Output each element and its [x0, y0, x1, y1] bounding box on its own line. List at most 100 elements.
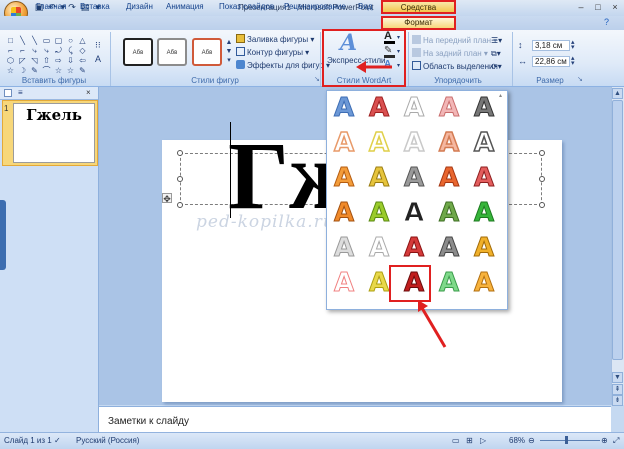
shape-icon[interactable]: ⤾ [54, 46, 63, 55]
wordart-style-option[interactable]: A [329, 93, 359, 124]
shape-icon[interactable]: ⤷ [42, 46, 51, 55]
bring-forward-button[interactable]: На передний план ▾ [412, 35, 497, 46]
width-spinner-icon[interactable]: ▴ ▾ [571, 55, 575, 67]
tab-review[interactable]: Рецензирование [284, 2, 346, 14]
wordart-style-option[interactable]: A [329, 233, 359, 264]
group-icon[interactable]: ⧉▾ [491, 48, 501, 59]
shape-icon[interactable]: ☆ [54, 66, 63, 75]
shape-icon[interactable]: ⇧ [42, 56, 51, 65]
size-dialog-launcher-icon[interactable]: ↘ [577, 75, 583, 83]
shape-icon[interactable]: ◇ [78, 46, 87, 55]
wordart-style-option[interactable]: A [364, 93, 394, 124]
shape-icon[interactable]: ◹ [30, 56, 39, 65]
maximize-icon[interactable]: □ [590, 1, 606, 14]
language-status[interactable]: Русский (Россия) [76, 436, 139, 445]
shape-effects-button[interactable]: Эффекты для фигур ▾ [236, 60, 330, 71]
edit-shape-icon[interactable]: ⁝⁝ [95, 40, 106, 50]
next-slide-icon[interactable]: ⇟ [612, 395, 623, 406]
resize-handle[interactable] [177, 176, 183, 182]
rotate-icon[interactable]: ⟳▾ [491, 61, 502, 72]
shape-icon[interactable]: ◸ [18, 56, 27, 65]
panel-splitter-handle[interactable] [0, 200, 6, 270]
shape-icon[interactable]: ○ [66, 36, 75, 45]
shape-icon[interactable]: ▭ [42, 36, 51, 45]
scroll-up-icon[interactable]: ▲ [612, 88, 623, 99]
scrollbar-thumb[interactable] [612, 100, 623, 360]
shape-icon[interactable]: ⌒ [42, 66, 51, 75]
height-field[interactable]: 3,18 см [532, 40, 570, 51]
shape-icon[interactable]: ⬡ [6, 56, 15, 65]
tab-slide-show[interactable]: Показ слайдов [219, 2, 274, 14]
zoom-in-icon[interactable]: ⊕ [601, 436, 608, 445]
help-icon[interactable]: ? [604, 17, 609, 29]
wordart-style-option[interactable]: A [364, 233, 394, 264]
slide-sorter-icon[interactable]: ⊞ [466, 436, 473, 445]
wordart-style-option[interactable]: A [399, 233, 429, 264]
resize-handle[interactable] [177, 150, 183, 156]
shape-icon[interactable]: ⤷ [30, 46, 39, 55]
shape-icon[interactable]: ⤹ [66, 46, 75, 55]
zoom-slider-thumb[interactable] [565, 436, 568, 444]
tab-design[interactable]: Дизайн [126, 2, 153, 14]
wordart-style-option[interactable]: A [434, 127, 464, 159]
shape-icon[interactable]: ⌐ [18, 46, 27, 55]
spellcheck-icon[interactable]: ✓ [54, 436, 61, 445]
wordart-style-option[interactable]: A [329, 268, 359, 299]
shape-icon[interactable]: ✎ [30, 66, 39, 75]
wordart-style-option[interactable]: A [469, 93, 499, 124]
gallery-scroll-icon[interactable]: ▴ [499, 93, 505, 99]
tab-animation[interactable]: Анимация [166, 2, 204, 14]
zoom-level[interactable]: 68% [509, 436, 525, 445]
resize-handle[interactable] [539, 202, 545, 208]
shape-icon[interactable]: □ [6, 36, 15, 45]
shape-icon[interactable]: ▢ [54, 36, 63, 45]
wordart-style-option[interactable]: A [434, 268, 464, 299]
selection-pane-button[interactable]: Область выделения [412, 61, 498, 72]
send-backward-button[interactable]: На задний план ▾ [412, 48, 488, 59]
width-field[interactable]: 22,86 см [532, 56, 570, 67]
outline-tab-icon[interactable]: ≡ [18, 89, 27, 97]
tab-home[interactable]: Главная [36, 2, 66, 14]
tab-format[interactable]: Формат [381, 16, 456, 30]
shape-styles-scroll-icon[interactable]: ▲ ▼ ▾ [225, 38, 233, 66]
wordart-style-option[interactable]: A [434, 233, 464, 264]
wordart-style-option[interactable]: A [399, 163, 429, 194]
shape-icon[interactable]: ⇩ [66, 56, 75, 65]
shape-style-3[interactable]: Абв [192, 38, 222, 66]
wordart-style-option[interactable]: A [469, 127, 499, 159]
resize-handle[interactable] [539, 176, 545, 182]
wordart-style-option[interactable]: A [399, 93, 429, 124]
height-spinner-icon[interactable]: ▴ ▾ [571, 39, 575, 51]
wordart-style-option[interactable]: A [469, 198, 499, 229]
wordart-style-option[interactable]: A [329, 163, 359, 194]
shape-icon[interactable]: ⌐ [6, 46, 15, 55]
wordart-style-option[interactable]: A [469, 268, 499, 299]
close-icon[interactable]: × [607, 1, 623, 14]
slide-show-icon[interactable]: ▷ [480, 436, 486, 445]
align-icon[interactable]: ☰▾ [491, 35, 502, 46]
scroll-down-icon[interactable]: ▼ [612, 372, 623, 383]
shape-outline-button[interactable]: Контур фигуры ▾ [236, 47, 309, 58]
shape-icon[interactable]: ✎ [78, 66, 87, 75]
shape-icon[interactable]: ☽ [18, 66, 27, 75]
slides-tab-icon[interactable] [4, 89, 12, 97]
tab-view[interactable]: Вид [358, 2, 372, 14]
wordart-style-option[interactable]: A [469, 163, 499, 194]
shape-icon[interactable]: ╲ [18, 36, 27, 45]
move-icon[interactable]: ✥ [162, 193, 172, 204]
shape-icon[interactable]: ☆ [66, 66, 75, 75]
zoom-slider-track[interactable] [540, 440, 600, 441]
shape-icon[interactable]: ╲ [30, 36, 39, 45]
prev-slide-icon[interactable]: ⇞ [612, 384, 623, 395]
panel-close-icon[interactable]: × [86, 88, 95, 97]
normal-view-icon[interactable]: ▭ [452, 436, 460, 445]
shape-icon[interactable]: ⇦ [78, 56, 87, 65]
minimize-icon[interactable]: – [573, 1, 589, 14]
shape-icon[interactable]: △ [78, 36, 87, 45]
wordart-style-option[interactable]: A [399, 127, 429, 159]
wordart-style-option[interactable]: A [434, 93, 464, 124]
wordart-style-option[interactable]: A [364, 127, 394, 159]
wordart-style-option[interactable]: A [364, 163, 394, 194]
text-box-icon[interactable]: A [95, 54, 106, 64]
wordart-style-option[interactable]: A [434, 163, 464, 194]
